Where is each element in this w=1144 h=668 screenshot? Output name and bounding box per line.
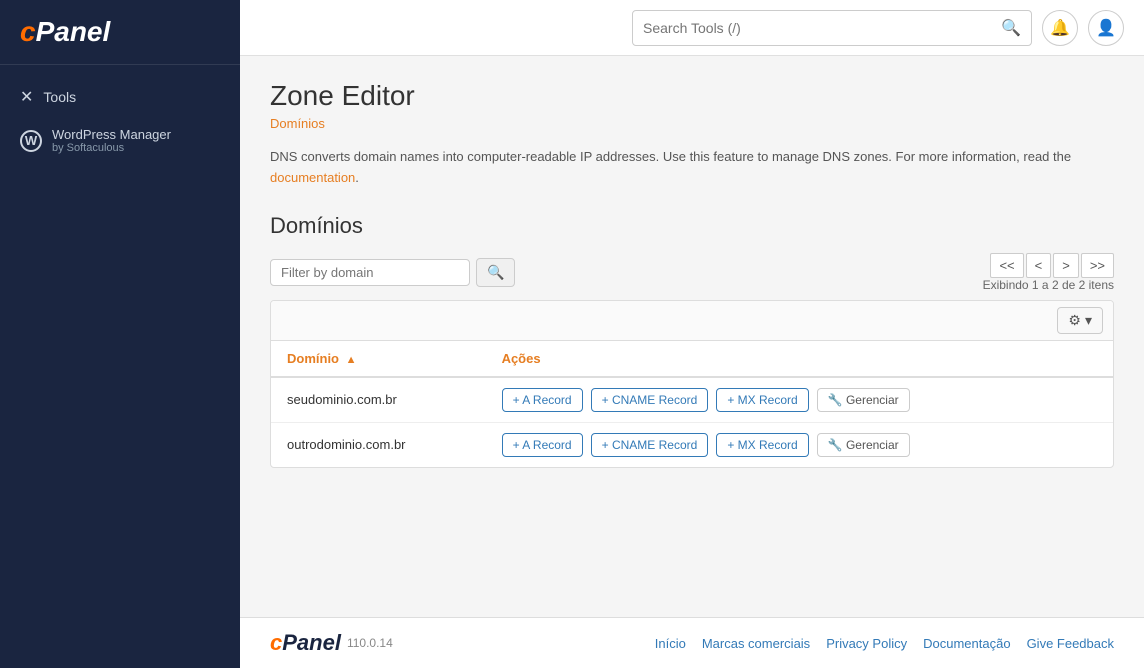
manage-btn-2[interactable]: 🔧 Gerenciar (817, 433, 910, 457)
tools-icon: ✕ (20, 87, 33, 107)
table-settings-button[interactable]: ⚙ ▾ (1057, 307, 1103, 334)
pagination-prev[interactable]: < (1026, 253, 1052, 278)
footer-logo: cPanel 110.0.14 (270, 630, 393, 656)
pagination-next[interactable]: > (1053, 253, 1079, 278)
col-domain: Domínio ▲ (271, 341, 486, 377)
gear-icon: ⚙ (1068, 312, 1081, 329)
sidebar-logo: cPanel (0, 0, 240, 65)
cpanel-logo: cPanel (20, 16, 220, 48)
footer-link-inicio[interactable]: Início (655, 636, 686, 651)
table-row: seudominio.com.br + A Record + CNAME Rec… (271, 377, 1113, 423)
sidebar-item-tools[interactable]: ✕ Tools (0, 77, 240, 117)
a-record-btn-1[interactable]: + A Record (502, 388, 583, 412)
sidebar-item-wordpress[interactable]: W WordPress Manager by Softaculous (0, 117, 240, 164)
footer-version: 110.0.14 (347, 636, 393, 650)
sidebar: cPanel ✕ Tools W WordPress Manager by So… (0, 0, 240, 668)
table-row: outrodominio.com.br + A Record + CNAME R… (271, 422, 1113, 467)
wordpress-label: WordPress Manager (52, 127, 171, 142)
pagination-container: << < > >> Exibindo 1 a 2 de 2 itens (975, 253, 1114, 292)
footer-link-feedback[interactable]: Give Feedback (1027, 636, 1114, 651)
breadcrumb[interactable]: Domínios (270, 116, 1114, 131)
mx-record-btn-1[interactable]: + MX Record (716, 388, 808, 412)
wordpress-icon: W (20, 130, 42, 152)
col-actions: Ações (486, 341, 1113, 377)
pagination-controls: << < > >> (990, 253, 1114, 278)
user-icon: 👤 (1096, 18, 1116, 38)
footer-links: Início Marcas comerciais Privacy Policy … (655, 636, 1114, 651)
top-header: 🔍 🔔 👤 (240, 0, 1144, 56)
page-title: Zone Editor (270, 80, 1114, 112)
footer-link-marcas[interactable]: Marcas comerciais (702, 636, 810, 651)
main-content: Zone Editor Domínios DNS converts domain… (240, 56, 1144, 617)
pagination-last[interactable]: >> (1081, 253, 1114, 278)
mx-record-btn-2[interactable]: + MX Record (716, 433, 808, 457)
actions-cell-2: + A Record + CNAME Record + MX Record 🔧 … (486, 422, 1113, 467)
filter-input[interactable] (270, 259, 470, 286)
search-container: 🔍 (632, 10, 1032, 46)
pagination-info: Exibindo 1 a 2 de 2 itens (983, 278, 1114, 292)
footer-cpanel-text: cPanel (270, 630, 341, 656)
filter-row: 🔍 << < > >> Exibindo 1 a 2 de 2 itens (270, 253, 1114, 292)
footer: cPanel 110.0.14 Início Marcas comerciais… (240, 617, 1144, 668)
a-record-btn-2[interactable]: + A Record (502, 433, 583, 457)
actions-cell-1: + A Record + CNAME Record + MX Record 🔧 … (486, 377, 1113, 423)
bell-icon: 🔔 (1050, 18, 1070, 38)
wordpress-sublabel: by Softaculous (52, 142, 171, 154)
footer-link-privacy[interactable]: Privacy Policy (826, 636, 907, 651)
domains-table: Domínio ▲ Ações seudominio.com.br + A Re… (271, 341, 1113, 467)
description-text: DNS converts domain names into computer-… (270, 147, 1114, 189)
manage-btn-1[interactable]: 🔧 Gerenciar (817, 388, 910, 412)
search-input[interactable] (643, 20, 1001, 36)
action-buttons-1: + A Record + CNAME Record + MX Record 🔧 … (502, 388, 1097, 412)
table-toolbar: ⚙ ▾ (271, 301, 1113, 341)
table-header: Domínio ▲ Ações (271, 341, 1113, 377)
footer-link-doc[interactable]: Documentação (923, 636, 1010, 651)
section-title: Domínios (270, 213, 1114, 239)
main-area: 🔍 🔔 👤 Zone Editor Domínios DNS converts … (240, 0, 1144, 668)
sidebar-tools-label: Tools (43, 89, 76, 105)
search-button[interactable]: 🔍 (1001, 18, 1021, 38)
notifications-button[interactable]: 🔔 (1042, 10, 1078, 46)
pagination-first[interactable]: << (990, 253, 1023, 278)
sort-icon: ▲ (346, 354, 357, 366)
domain-cell-1: seudominio.com.br (271, 377, 486, 423)
filter-search-button[interactable]: 🔍 (476, 258, 515, 287)
table-body: seudominio.com.br + A Record + CNAME Rec… (271, 377, 1113, 467)
sidebar-nav: ✕ Tools W WordPress Manager by Softaculo… (0, 65, 240, 176)
domains-table-container: ⚙ ▾ Domínio ▲ Ações seudomini (270, 300, 1114, 468)
cname-record-btn-1[interactable]: + CNAME Record (591, 388, 709, 412)
documentation-link[interactable]: documentation (270, 170, 355, 185)
action-buttons-2: + A Record + CNAME Record + MX Record 🔧 … (502, 433, 1097, 457)
filter-left: 🔍 (270, 258, 515, 287)
domain-cell-2: outrodominio.com.br (271, 422, 486, 467)
gear-dropdown-icon: ▾ (1085, 312, 1092, 329)
cname-record-btn-2[interactable]: + CNAME Record (591, 433, 709, 457)
user-button[interactable]: 👤 (1088, 10, 1124, 46)
